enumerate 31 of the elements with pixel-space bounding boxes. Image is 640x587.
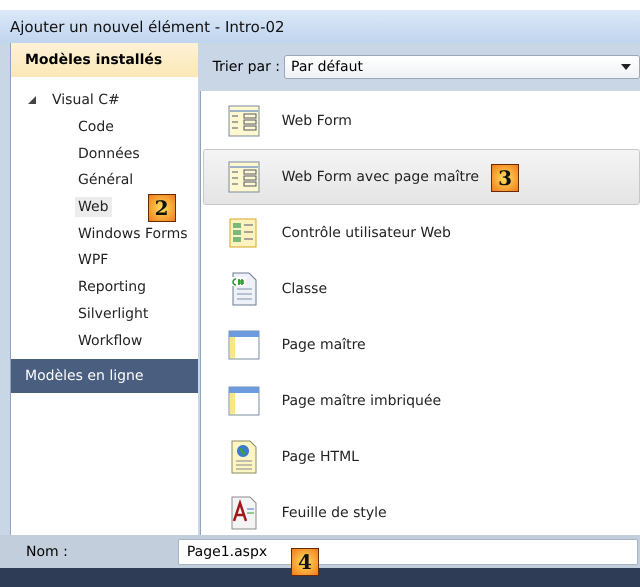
window-title: Ajouter un nouvel élément - Intro-02	[0, 10, 640, 43]
callout-number: 4	[291, 548, 319, 576]
sort-dropdown[interactable]: Par défaut	[284, 55, 640, 79]
template-item[interactable]: Page maître	[202, 317, 640, 373]
tree-item[interactable]: Silverlight	[75, 304, 152, 324]
template-item[interactable]: Contrôle utilisateur Web	[202, 205, 640, 261]
form-icon	[228, 103, 260, 139]
section-header: Modèles installés	[11, 43, 198, 77]
tree-item[interactable]: Windows Forms	[75, 224, 191, 244]
tree-item[interactable]: Reporting	[75, 277, 150, 298]
section-header[interactable]: Modèles en ligne	[11, 359, 198, 393]
template-item[interactable]: Page maître imbriquée	[202, 373, 640, 429]
template-item[interactable]: Web Form avec page maître 3	[202, 149, 640, 205]
tree-item[interactable]: Code	[75, 117, 117, 138]
tree-item[interactable]: Workflow	[75, 330, 146, 351]
tree-item[interactable]: Données	[75, 144, 143, 164]
callout-number: 3	[491, 164, 520, 192]
tree-item[interactable]: Web	[75, 197, 112, 218]
callout-number: 2	[148, 194, 176, 222]
tree-item[interactable]: WPF	[75, 250, 112, 270]
tree-item[interactable]: Général	[75, 170, 136, 190]
template-item[interactable]: Web Form	[202, 93, 640, 149]
template-item[interactable]: Feuille de style	[202, 485, 640, 535]
template-item[interactable]: Classe	[202, 261, 640, 317]
name-label: Nom :	[26, 544, 68, 560]
expanded-triangle-icon[interactable]	[27, 95, 37, 106]
dropdown-caret-icon	[621, 64, 631, 70]
tree-item[interactable]: Visual C#	[49, 90, 123, 110]
form-icon	[228, 159, 260, 195]
sort-label: Trier par :	[212, 59, 280, 75]
template-item[interactable]: Page HTML	[202, 429, 640, 485]
